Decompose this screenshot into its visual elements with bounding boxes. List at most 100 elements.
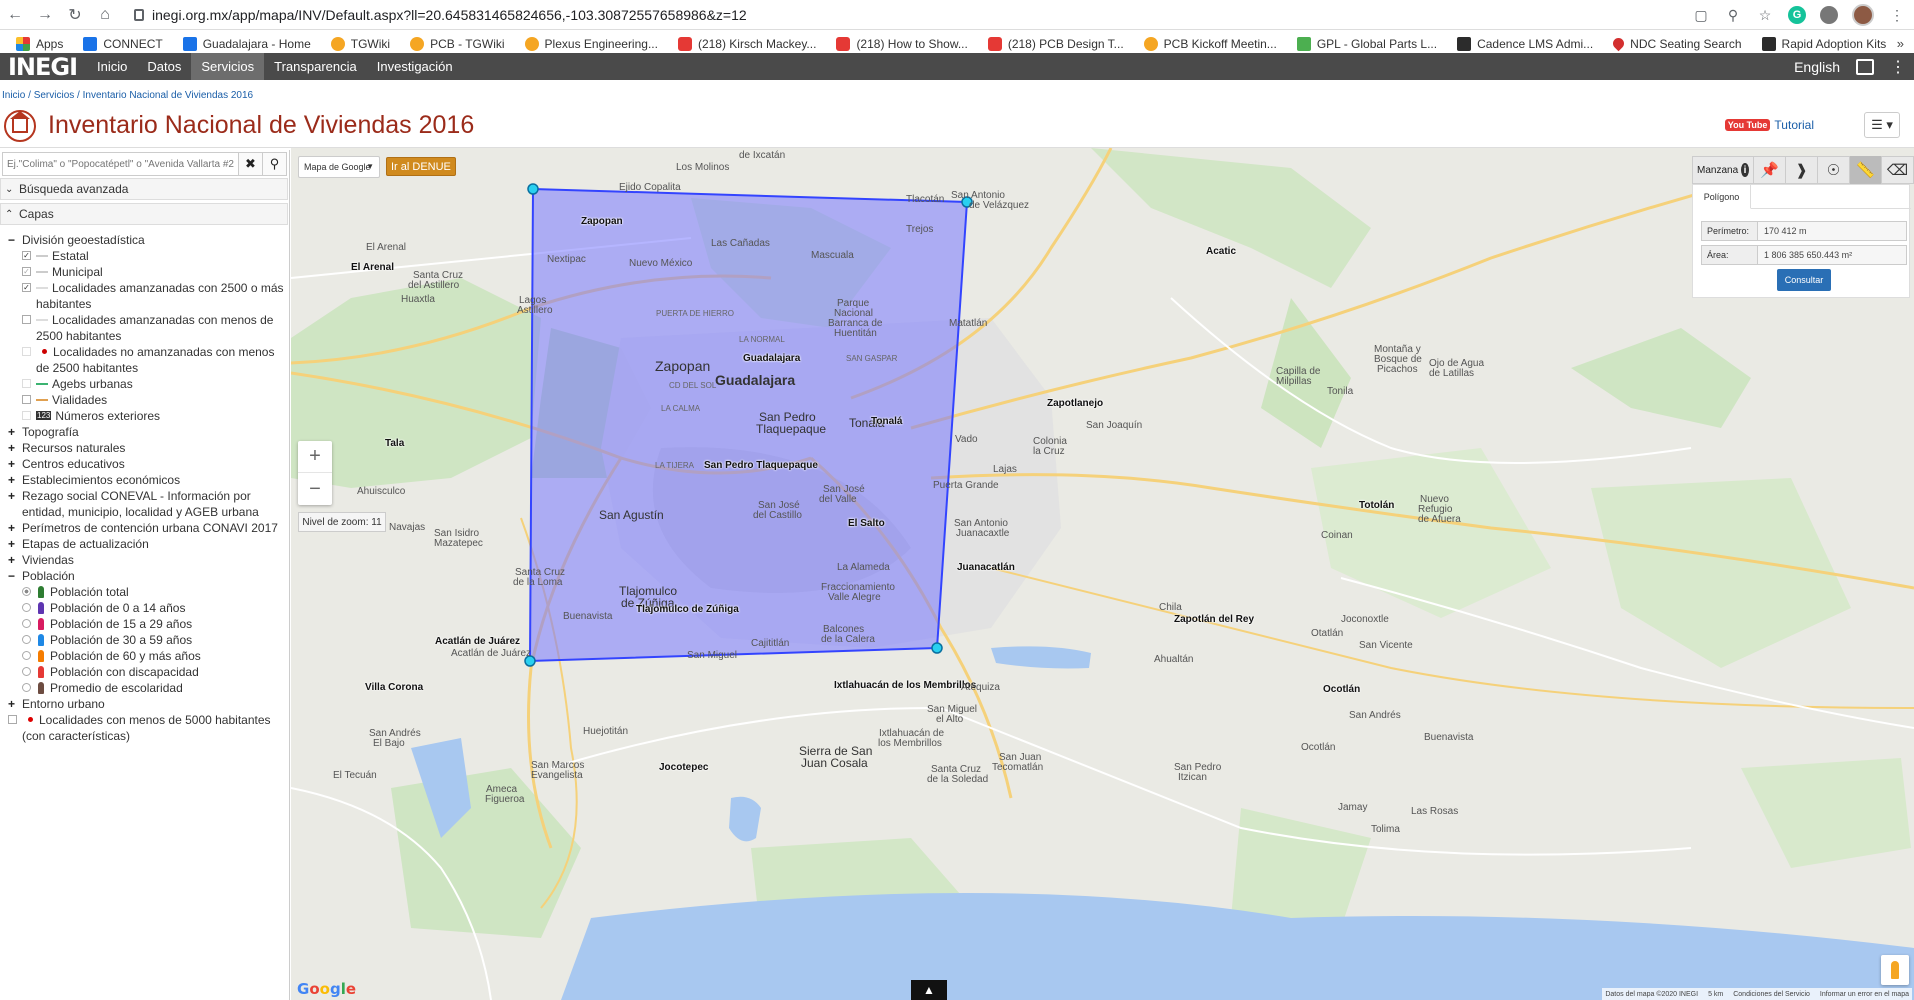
zoom-out-button[interactable]: − (298, 473, 332, 505)
pin-icon[interactable]: 📌 (1753, 156, 1785, 184)
radio-button[interactable] (22, 651, 31, 660)
bookmark-item[interactable]: CONNECT (73, 36, 172, 51)
checkbox-checked[interactable]: ✓ (22, 251, 31, 260)
nav-transparencia[interactable]: Transparencia (264, 53, 367, 80)
polygon-vertex-handle[interactable] (527, 183, 539, 195)
breadcrumb-inventario[interactable]: Inventario Nacional de Viviendas 2016 (83, 90, 254, 101)
layer-item-estatal[interactable]: ✓ Estatal (22, 248, 286, 264)
search-input[interactable] (2, 152, 239, 176)
ruler-icon[interactable]: 📏 (1849, 156, 1881, 184)
layer-item-numeros[interactable]: 123 Números exteriores (22, 408, 286, 424)
breadcrumb-servicios[interactable]: Servicios (34, 90, 75, 101)
cast-icon[interactable]: ▢ (1692, 6, 1710, 24)
layer-item-localidades-5000[interactable]: Localidades con menos de 5000 habitantes… (8, 712, 286, 744)
poblacion-item[interactable]: Población de 60 y más años (22, 648, 286, 664)
polygon-draw-icon[interactable]: ❱ (1785, 156, 1817, 184)
layer-group-division[interactable]: − División geoestadística (8, 232, 286, 248)
edit-icon[interactable] (1856, 58, 1874, 75)
poblacion-item[interactable]: Población de 15 a 29 años (22, 616, 286, 632)
hamburger-menu-button[interactable]: ☰ ▾ (1864, 112, 1900, 138)
bookmark-item[interactable]: (218) Kirsch Mackey... (668, 36, 826, 51)
language-link[interactable]: English (1794, 59, 1840, 75)
radio-button[interactable] (22, 603, 31, 612)
bookmark-item[interactable]: GPL - Global Parts L... (1287, 36, 1447, 51)
poblacion-item[interactable]: Población de 0 a 14 años (22, 600, 286, 616)
denue-button[interactable]: Ir al DENUE (386, 157, 456, 176)
tab-poligono[interactable]: Polígono (1693, 185, 1751, 209)
bookmark-item[interactable]: PCB Kickoff Meetin... (1134, 36, 1287, 51)
avatar[interactable] (1852, 4, 1874, 26)
checkbox-checked[interactable]: ✓ (22, 267, 31, 276)
bookmark-item[interactable]: PCB - TGWiki (400, 36, 514, 51)
radio-button[interactable] (22, 635, 31, 644)
bookmark-item[interactable]: Apps (6, 36, 73, 51)
zoom-in-button[interactable]: + (298, 441, 332, 473)
nav-servicios[interactable]: Servicios (191, 53, 265, 80)
star-icon[interactable]: ☆ (1756, 6, 1774, 24)
layer-item-municipal[interactable]: ✓ Municipal (22, 264, 286, 280)
polygon-vertex-handle[interactable] (931, 642, 943, 654)
layers-toggle[interactable]: ⌃ Capas (0, 203, 288, 225)
bookmark-item[interactable]: Guadalajara - Home (173, 36, 321, 51)
radio-button[interactable] (22, 587, 31, 596)
bookmark-item[interactable]: NDC Seating Search (1603, 35, 1751, 52)
layer-group[interactable]: + Recursos naturales (8, 440, 286, 456)
kebab-menu-icon[interactable]: ⋮ (1888, 6, 1906, 24)
layer-item-agebs[interactable]: Agebs urbanas (22, 376, 286, 392)
checkbox[interactable] (22, 411, 31, 420)
poblacion-item[interactable]: Población de 30 a 59 años (22, 632, 286, 648)
breadcrumb-inicio[interactable]: Inicio (2, 90, 25, 101)
bookmarks-overflow-icon[interactable]: » (1897, 36, 1904, 51)
home-icon[interactable]: ⌂ (90, 0, 120, 30)
pegman-icon[interactable] (1881, 955, 1909, 985)
bookmark-item[interactable]: (218) PCB Design T... (978, 36, 1134, 51)
checkbox[interactable] (22, 347, 31, 356)
layer-group[interactable]: + Topografía (8, 424, 286, 440)
nav-investigacion[interactable]: Investigación (367, 53, 463, 80)
layer-group[interactable]: + Viviendas (8, 552, 286, 568)
menu-icon[interactable]: ⋮ (1890, 57, 1906, 77)
bookmark-item[interactable]: TGWiki (321, 36, 400, 51)
chevron-up-icon[interactable]: ▲ (911, 980, 947, 1000)
manzana-tool[interactable]: Manzana i (1693, 163, 1753, 177)
bookmark-item[interactable]: Rapid Adoption Kits (1752, 36, 1897, 51)
nav-datos[interactable]: Datos (137, 53, 191, 80)
bookmark-item[interactable]: Cadence LMS Admi... (1447, 36, 1603, 51)
radio-button[interactable] (22, 667, 31, 676)
layer-group[interactable]: + Perímetros de contención urbana CONAVI … (8, 520, 286, 536)
zoom-icon[interactable]: ⚲ (1724, 6, 1742, 24)
back-icon[interactable]: ← (0, 0, 30, 30)
clear-search-button[interactable]: ✖ (239, 152, 263, 176)
layer-item-no-amanzanadas[interactable]: Localidades no amanzanadas con menos de … (22, 344, 286, 376)
tutorial-link[interactable]: You Tube Tutorial (1724, 118, 1814, 132)
layer-group-entorno[interactable]: + Entorno urbano (8, 696, 286, 712)
radio-button[interactable] (22, 683, 31, 692)
eraser-icon[interactable]: ⌫ (1881, 156, 1913, 184)
nav-inicio[interactable]: Inicio (87, 53, 137, 80)
forward-icon[interactable]: → (30, 0, 60, 30)
poblacion-item[interactable]: Población total (22, 584, 286, 600)
radio-button[interactable] (22, 619, 31, 628)
reload-icon[interactable]: ↻ (60, 0, 90, 30)
terms-link[interactable]: Condiciones del Servicio (1733, 991, 1810, 998)
layer-item-localidades-menos-2500[interactable]: Localidades amanzanadas con menos de 250… (22, 312, 286, 344)
map-type-select[interactable]: Mapa de Google ▼ (298, 156, 380, 178)
grammarly-icon[interactable]: G (1788, 6, 1806, 24)
circle-draw-icon[interactable]: ☉ (1817, 156, 1849, 184)
checkbox[interactable] (8, 715, 17, 724)
poblacion-item[interactable]: Promedio de escolaridad (22, 680, 286, 696)
advanced-search-toggle[interactable]: ⌄ Búsqueda avanzada (0, 178, 288, 200)
report-error-link[interactable]: Informar un error en el mapa (1820, 991, 1909, 998)
consultar-button[interactable]: Consultar (1777, 269, 1831, 291)
url-field[interactable]: inegi.org.mx/app/mapa/INV/Default.aspx?l… (134, 7, 747, 23)
layer-group[interactable]: + Establecimientos económicos (8, 472, 286, 488)
poblacion-item[interactable]: Población con discapacidad (22, 664, 286, 680)
checkbox-checked[interactable]: ✓ (22, 283, 31, 292)
checkbox[interactable] (22, 379, 31, 388)
map[interactable]: de Ixcatán Ejido Copalita Los Molinos Za… (291, 148, 1914, 1000)
checkbox[interactable] (22, 315, 31, 324)
extension-icon[interactable] (1820, 6, 1838, 24)
layer-item-vialidades[interactable]: Vialidades (22, 392, 286, 408)
layer-group[interactable]: + Rezago social CONEVAL - Información por… (8, 488, 286, 520)
info-icon[interactable]: i (1741, 163, 1749, 177)
